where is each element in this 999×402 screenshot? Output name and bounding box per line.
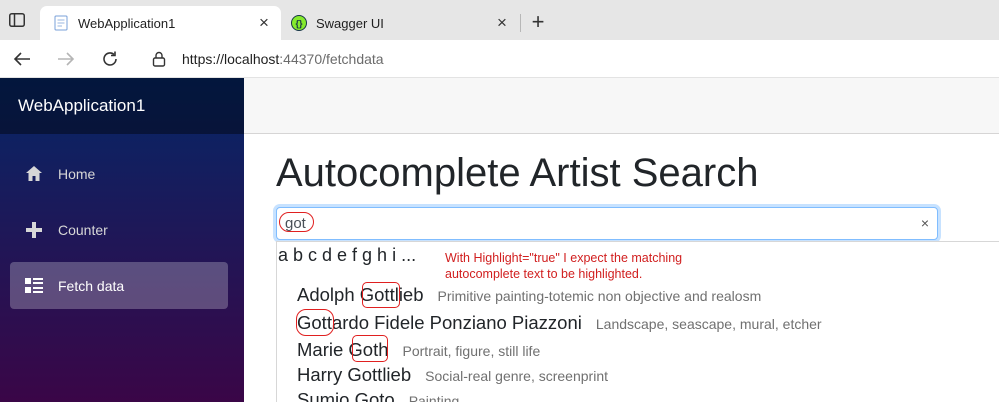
clear-icon[interactable]: × <box>921 215 929 231</box>
page-icon <box>53 15 69 31</box>
list-item[interactable]: Adolph Gottlieb Primitive painting-totem… <box>297 284 761 306</box>
forward-arrow-icon[interactable] <box>55 49 77 69</box>
lock-icon[interactable] <box>152 51 166 67</box>
list-item[interactable]: Sumio Goto Painting <box>297 389 459 402</box>
sidebar-item-label: Counter <box>58 221 108 238</box>
list-item[interactable]: Marie Goth Portrait, figure, still life <box>297 339 540 361</box>
artist-name: Sumio Goto <box>297 389 395 402</box>
sidebar-item-label: Fetch data <box>58 277 125 294</box>
swagger-icon: {} <box>291 15 307 31</box>
tab-swagger-ui[interactable]: {} Swagger UI × <box>282 6 519 40</box>
annotation-note: With Highlight="true" I expect the match… <box>445 251 683 281</box>
artist-description: Social-real genre, screenprint <box>425 368 608 384</box>
sidebar-item-home[interactable]: Home <box>10 150 228 197</box>
sidebar-item-counter[interactable]: Counter <box>10 206 228 253</box>
group-header: a b c d e f g h i ... <box>278 245 417 265</box>
page-title: Autocomplete Artist Search <box>276 151 759 195</box>
new-tab-button[interactable]: + <box>527 11 549 33</box>
close-icon[interactable]: × <box>253 12 275 34</box>
list-icon <box>24 276 44 296</box>
artist-description: Primitive painting-totemic non objective… <box>437 288 762 304</box>
artist-name: Marie Goth <box>297 339 389 360</box>
sidebar-item-fetch-data[interactable]: Fetch data <box>10 262 228 309</box>
sidebar: WebApplication1 Home Counter Fetch data <box>0 78 244 402</box>
browser-toolbar: https://localhost:44370/fetchdata <box>0 40 999 78</box>
artist-name: Adolph Gottlieb <box>297 284 424 305</box>
tab-webapplication1[interactable]: WebApplication1 × <box>40 6 281 40</box>
autocomplete-popup: a b c d e f g h i ... With Highlight="tr… <box>276 241 999 402</box>
top-row <box>244 78 999 134</box>
artist-name: Gottardo Fidele Ponziano Piazzoni <box>297 312 582 333</box>
artist-name: Harry Gottlieb <box>297 364 412 385</box>
refresh-icon[interactable] <box>99 49 121 69</box>
close-icon[interactable]: × <box>491 12 513 34</box>
home-icon <box>24 164 44 184</box>
brand-link[interactable]: WebApplication1 <box>0 78 244 134</box>
back-arrow-icon[interactable] <box>11 49 33 69</box>
tab-title: WebApplication1 <box>78 15 176 31</box>
search-input[interactable]: got × <box>276 207 938 240</box>
artist-description: Landscape, seascape, mural, etcher <box>595 316 822 332</box>
svg-text:{}: {} <box>295 19 303 29</box>
plus-icon <box>24 220 44 240</box>
tab-divider <box>520 14 521 32</box>
window-menu-icon[interactable] <box>8 12 26 28</box>
list-item[interactable]: Gottardo Fidele Ponziano Piazzoni Landsc… <box>297 312 822 334</box>
list-item[interactable]: Harry Gottlieb Social-real genre, screen… <box>297 364 608 386</box>
tab-title: Swagger UI <box>316 15 384 31</box>
artist-description: Painting <box>408 393 460 402</box>
sidebar-item-label: Home <box>58 165 96 182</box>
url-path: :44370/fetchdata <box>279 50 384 67</box>
artist-description: Portrait, figure, still life <box>402 343 541 359</box>
url-host: https://localhost <box>182 50 280 67</box>
browser-tab-strip: WebApplication1 × {} Swagger UI × + <box>0 0 999 40</box>
search-input-value: got <box>285 215 306 232</box>
address-bar[interactable]: https://localhost:44370/fetchdata <box>138 43 999 74</box>
